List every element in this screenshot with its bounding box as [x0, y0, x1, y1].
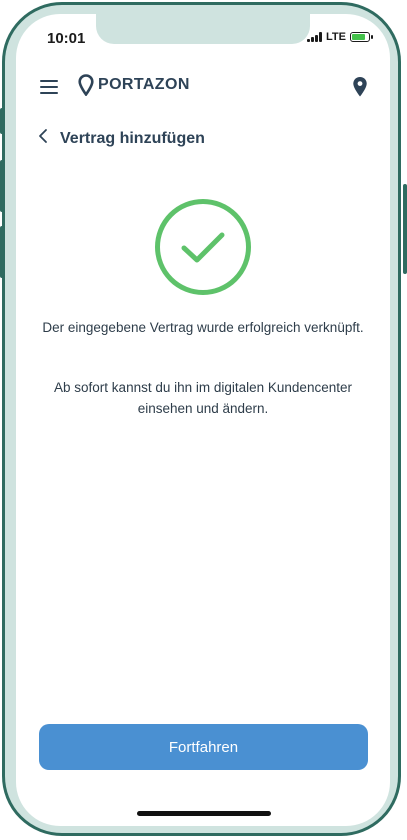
device-notch [96, 14, 310, 44]
success-check-icon [155, 199, 251, 295]
page-title: Vertrag hinzufügen [60, 129, 205, 147]
continue-button[interactable]: Fortfahren [39, 724, 368, 770]
top-navigation-bar: PORTAZON [16, 70, 390, 106]
side-button-power [403, 184, 407, 274]
network-label: LTE [326, 31, 346, 43]
battery-icon [350, 32, 373, 42]
brand-name: PORTAZON [98, 76, 190, 93]
menu-icon[interactable] [40, 80, 58, 94]
app-screen: 10:01 LTE PORTAZON Vertrag hinzufügen De… [16, 14, 390, 826]
location-pin-icon[interactable] [352, 76, 368, 103]
side-button-volume-up [0, 160, 4, 212]
success-message: Der eingegebene Vertrag wurde erfolgreic… [42, 320, 364, 335]
home-indicator[interactable] [137, 811, 271, 816]
side-button-mute [0, 108, 4, 134]
side-button-volume-down [0, 226, 4, 278]
logo-pin-icon [78, 74, 94, 96]
page-header: Vertrag hinzufügen [38, 128, 205, 149]
info-message: Ab sofort kannst du ihn im digitalen Kun… [54, 380, 352, 416]
signal-icon [307, 32, 323, 42]
brand-logo: PORTAZON [78, 74, 190, 96]
status-indicators: LTE [307, 31, 373, 43]
back-chevron-icon[interactable] [38, 128, 48, 149]
status-time: 10:01 [47, 30, 86, 47]
